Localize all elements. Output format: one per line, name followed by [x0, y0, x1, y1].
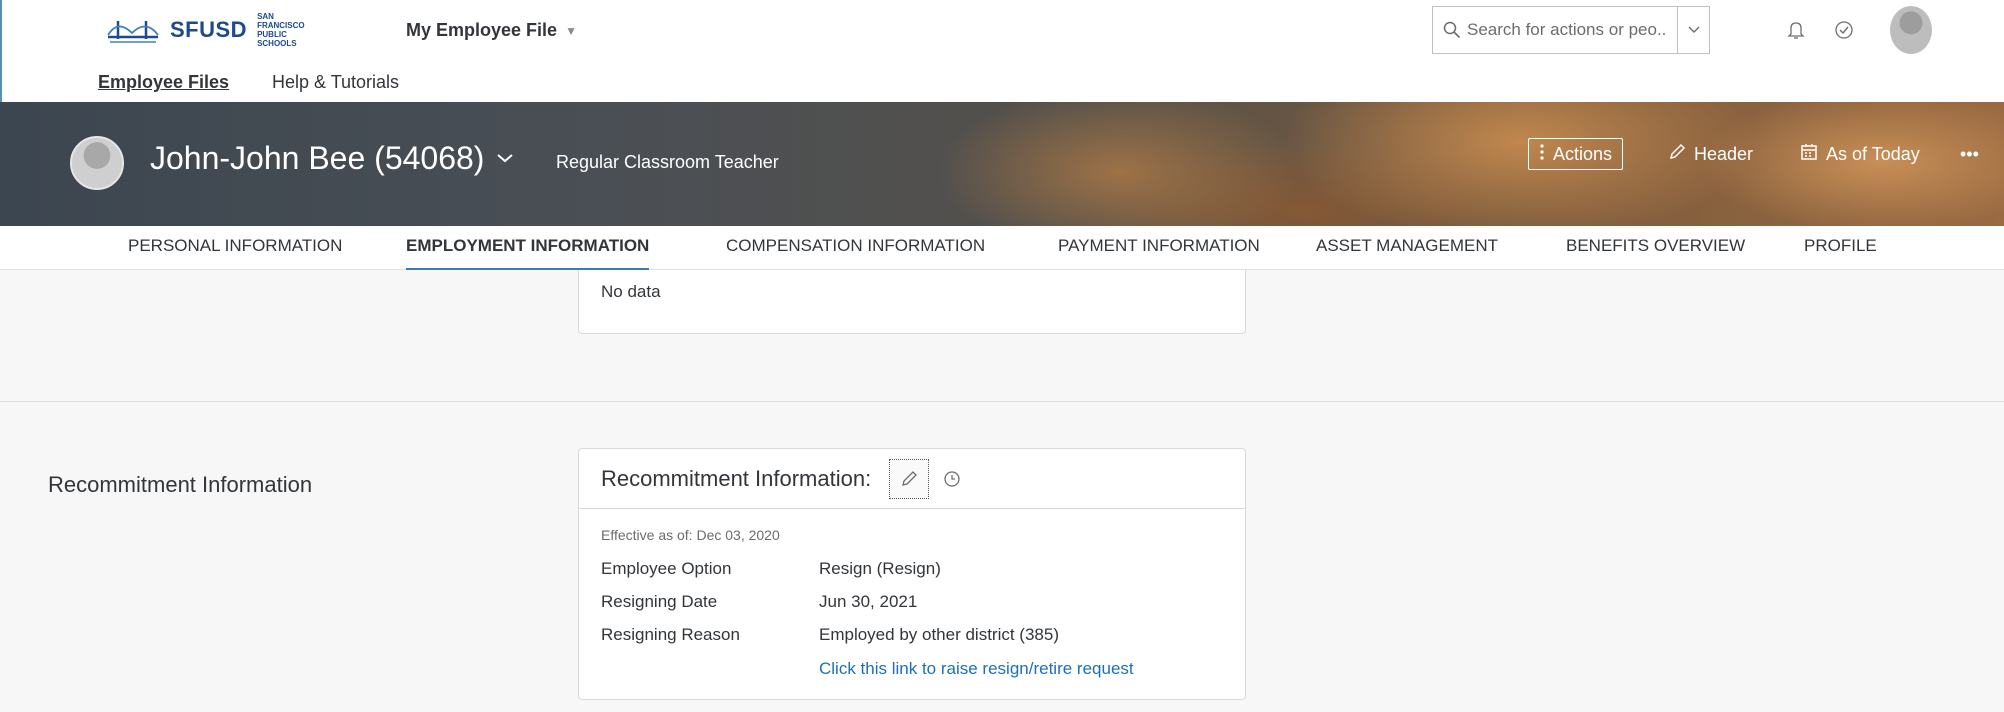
sfusd-logo[interactable]: SFUSD SAN FRANCISCO PUBLIC SCHOOLS — [106, 10, 323, 50]
employee-header-banner: John-John Bee (54068) Regular Classroom … — [0, 102, 2004, 226]
actions-label: Actions — [1553, 143, 1613, 164]
field-row: Resigning Date Jun 30, 2021 — [601, 592, 917, 612]
job-title: Regular Classroom Teacher — [556, 152, 779, 172]
employee-name-menu[interactable]: John-John Bee (54068) — [150, 140, 514, 177]
logo-subtext: SAN FRANCISCO PUBLIC SCHOOLS — [257, 12, 305, 48]
app-title: My Employee File — [406, 20, 558, 40]
tab-benefits-overview[interactable]: BENEFITS OVERVIEW — [1566, 236, 1745, 256]
logo-text: SFUSD — [170, 17, 248, 42]
field-value: Jun 30, 2021 — [819, 592, 918, 611]
search-icon[interactable] — [1437, 21, 1467, 39]
vertical-dots-icon — [1539, 143, 1545, 166]
nav-link-employee-files[interactable]: Employee Files — [98, 72, 229, 93]
calendar-icon — [1800, 143, 1818, 166]
shell-bar: SFUSD SAN FRANCISCO PUBLIC SCHOOLS My Em… — [0, 0, 2004, 66]
search-input[interactable] — [1467, 20, 1667, 40]
pencil-icon — [1668, 143, 1686, 166]
user-avatar[interactable] — [1890, 6, 1932, 54]
field-row: Resigning Reason Employed by other distri… — [601, 625, 1059, 645]
tab-compensation-information[interactable]: COMPENSATION INFORMATION — [726, 236, 985, 256]
header-label: Header — [1694, 143, 1754, 164]
more-options-button[interactable]: ••• — [1960, 138, 1979, 170]
field-value: Employed by other district (385) — [819, 625, 1059, 644]
nav-link-help-tutorials[interactable]: Help & Tutorials — [272, 72, 399, 93]
search-scope-dropdown[interactable] — [1677, 7, 1709, 53]
recommitment-card: Recommitment Information: Effective as o… — [578, 448, 1246, 700]
tab-payment-information[interactable]: PAYMENT INFORMATION — [1058, 236, 1260, 256]
caret-down-icon: ▼ — [565, 23, 577, 38]
raise-resign-request-link[interactable]: Click this link to raise resign/retire r… — [819, 659, 1134, 679]
field-label: Resigning Date — [601, 592, 718, 611]
tab-asset-management[interactable]: ASSET MANAGEMENT — [1316, 236, 1498, 256]
notifications-bell-icon[interactable] — [1782, 16, 1810, 44]
section-label: Recommitment Information — [48, 472, 313, 497]
actions-button[interactable]: Actions — [1528, 138, 1624, 170]
more-dots-icon: ••• — [1960, 143, 1979, 164]
employee-name: John-John Bee (54068) — [150, 140, 485, 176]
field-value: Resign (Resign) — [819, 559, 941, 578]
effective-date: Effective as of: Dec 03, 2020 — [601, 527, 780, 543]
section-tabs: PERSONAL INFORMATION EMPLOYMENT INFORMAT… — [0, 226, 2004, 271]
chevron-down-icon — [496, 147, 514, 170]
card-header: Recommitment Information: — [579, 449, 1245, 509]
header-edit-button[interactable]: Header — [1668, 138, 1753, 170]
clock-history-icon — [944, 470, 960, 487]
field-label: Resigning Reason — [601, 625, 740, 644]
employee-avatar — [70, 136, 124, 190]
tab-employment-information[interactable]: EMPLOYMENT INFORMATION — [406, 236, 650, 271]
search-box — [1432, 6, 1710, 54]
as-of-today-button[interactable]: As of Today — [1800, 138, 1920, 170]
card-title: Recommitment Information: — [601, 465, 872, 491]
todo-check-icon[interactable] — [1830, 16, 1858, 44]
app-title-menu[interactable]: My Employee File ▼ — [406, 20, 577, 41]
tab-profile[interactable]: PROFILE — [1804, 236, 1877, 256]
tab-personal-information[interactable]: PERSONAL INFORMATION — [128, 236, 342, 256]
pencil-icon — [902, 470, 918, 486]
chevron-down-icon — [1688, 26, 1699, 33]
as-of-label: As of Today — [1826, 143, 1920, 164]
edit-button[interactable] — [889, 458, 930, 499]
field-row: Employee Option Resign (Resign) — [601, 559, 941, 579]
field-label: Employee Option — [601, 559, 732, 578]
no-data-card: No data — [578, 270, 1246, 334]
no-data-text: No data — [601, 282, 661, 301]
history-button[interactable] — [939, 466, 965, 492]
bridge-logo-icon — [107, 21, 159, 43]
sub-navigation: Employee Files Help & Tutorials — [0, 66, 2004, 102]
